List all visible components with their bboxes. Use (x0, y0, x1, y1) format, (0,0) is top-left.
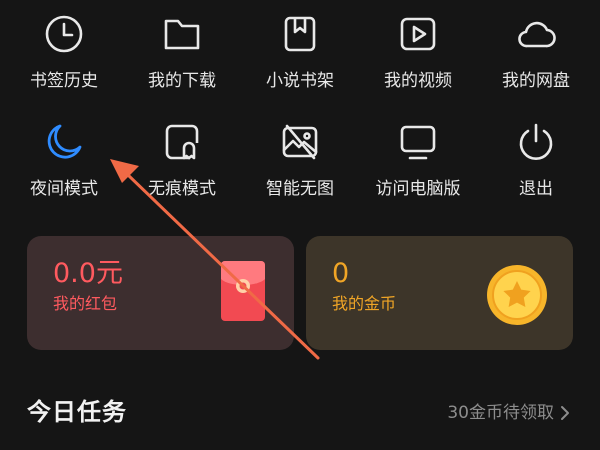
incognito-mode-label: 无痕模式 (148, 179, 216, 199)
gold-coin-icon (487, 265, 547, 325)
red-packet-amount: 0.0元 (53, 258, 123, 289)
tool-row-1: 书签历史 我的下载 小说书架 我的视频 我的网盘 (5, 12, 595, 92)
novel-shelf-label: 小说书架 (266, 71, 334, 91)
folder-icon (164, 19, 200, 50)
ghost-icon (165, 124, 199, 160)
night-mode-label: 夜间模式 (30, 179, 98, 199)
power-icon (519, 123, 553, 160)
novel-shelf-button[interactable]: 小说书架 (241, 12, 359, 92)
my-downloads-label: 我的下载 (148, 71, 216, 91)
play-icon (400, 17, 436, 51)
my-videos-label: 我的视频 (384, 71, 452, 91)
desktop-version-label: 访问电脑版 (375, 179, 461, 199)
red-packet-card[interactable]: 0.0元 我的红包 (27, 236, 294, 350)
bookmarks-history-label: 书签历史 (30, 71, 98, 91)
night-mode-button[interactable]: 夜间模式 (5, 120, 123, 200)
claim-coins-text: 30金币待领取 (447, 403, 554, 423)
bookmark-book-icon (284, 16, 316, 52)
my-downloads-button[interactable]: 我的下载 (123, 12, 241, 92)
incognito-mode-button[interactable]: 无痕模式 (123, 120, 241, 200)
my-videos-button[interactable]: 我的视频 (359, 12, 477, 92)
cloud-icon (518, 21, 556, 48)
bookmarks-history-button[interactable]: 书签历史 (5, 12, 123, 92)
no-image-icon (282, 124, 318, 160)
tool-row-2: 夜间模式 无痕模式 智能无图 访问电脑版 退出 (5, 120, 595, 200)
coins-amount: 0 (332, 258, 350, 289)
clock-icon (45, 15, 83, 53)
todays-tasks-title: 今日任务 (27, 398, 127, 426)
my-cloud-drive-button[interactable]: 我的网盘 (477, 12, 595, 92)
smart-no-image-label: 智能无图 (266, 179, 334, 199)
claim-coins-link[interactable]: 30金币待领取 (447, 401, 570, 425)
exit-button[interactable]: 退出 (477, 120, 595, 200)
coins-card[interactable]: 0 我的金币 (306, 236, 573, 350)
monitor-icon (400, 125, 436, 160)
red-packet-label: 我的红包 (53, 294, 118, 313)
my-cloud-drive-label: 我的网盘 (502, 71, 570, 91)
exit-label: 退出 (519, 179, 553, 199)
moon-icon (47, 124, 82, 159)
smart-no-image-button[interactable]: 智能无图 (241, 120, 359, 200)
coins-label: 我的金币 (332, 294, 397, 313)
chevron-right-icon (561, 406, 569, 420)
red-envelope-icon (221, 261, 265, 321)
desktop-version-button[interactable]: 访问电脑版 (359, 120, 477, 200)
